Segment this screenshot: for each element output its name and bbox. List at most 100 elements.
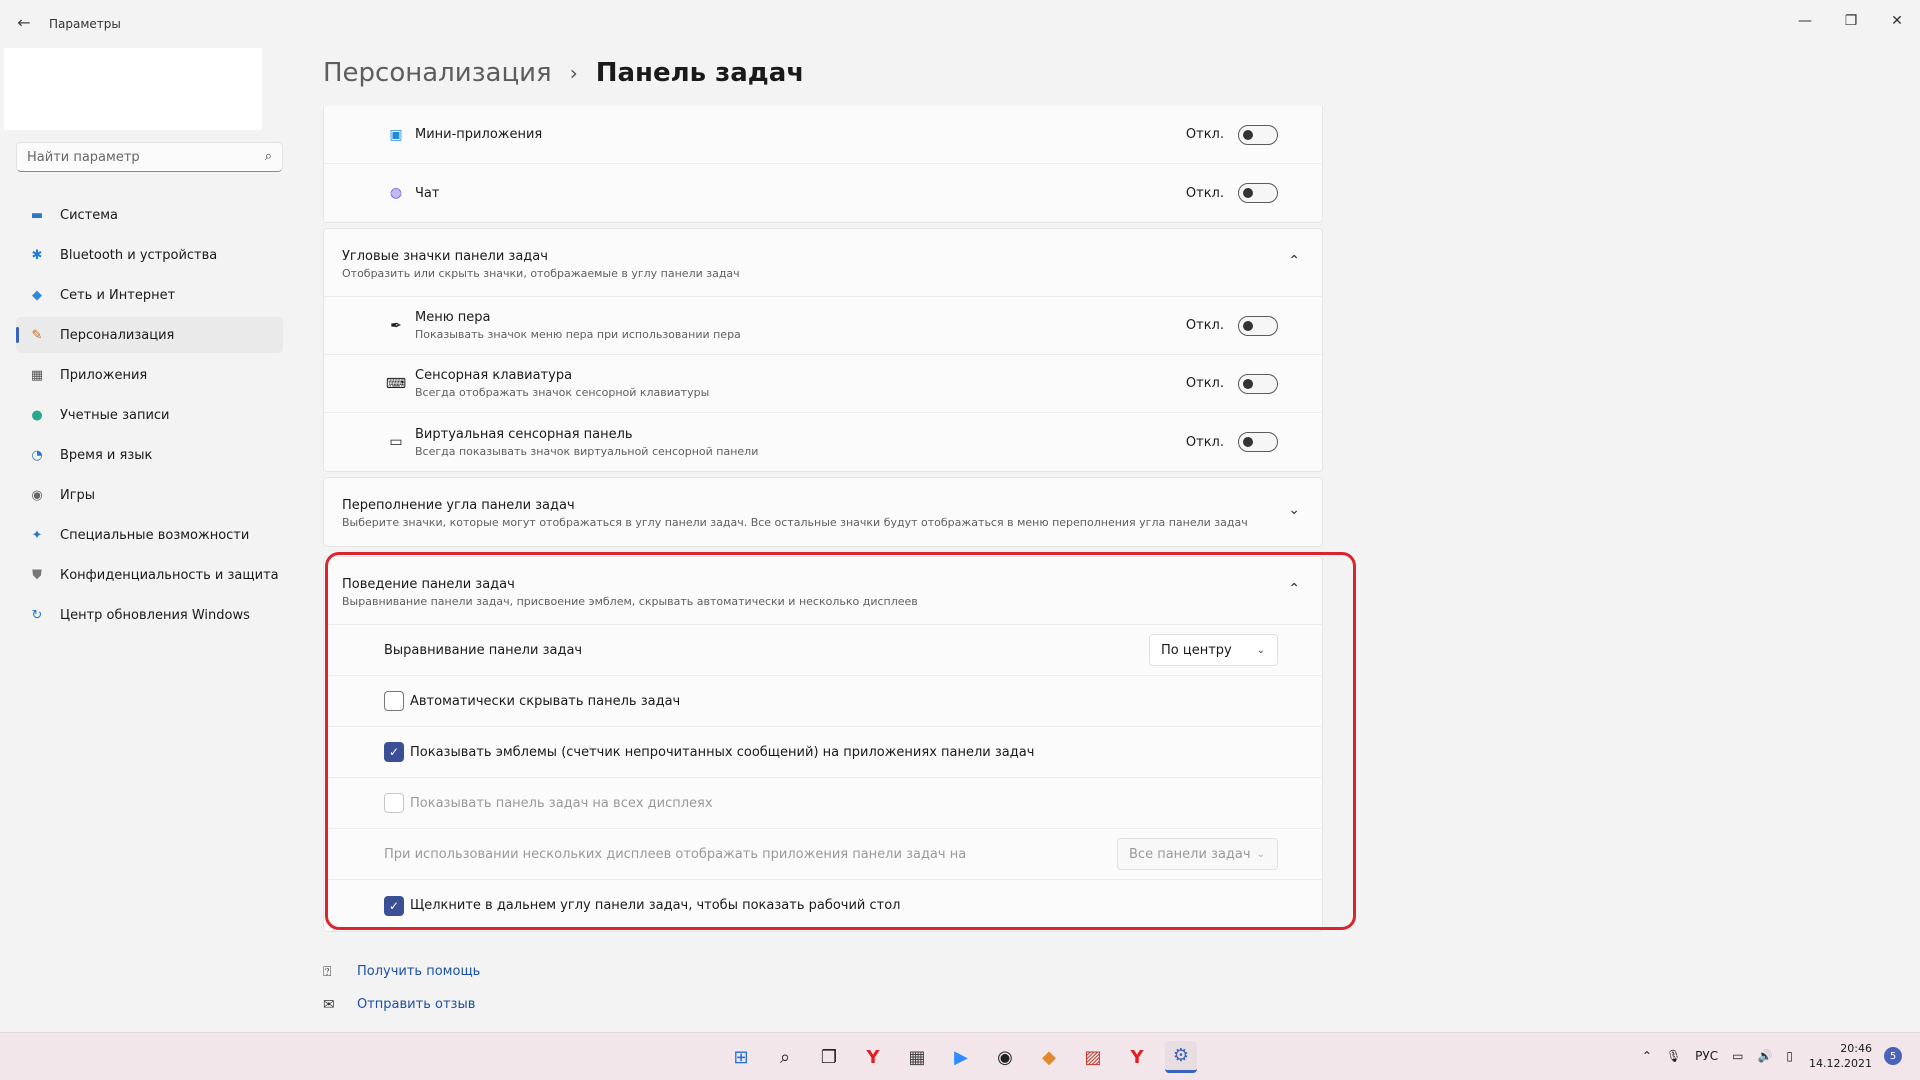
notification-badge[interactable]: 5 bbox=[1884, 1047, 1902, 1065]
multi-display-row: При использовании нескольких дисплеев от… bbox=[324, 829, 1322, 880]
badges-row[interactable]: ✓ Показывать эмблемы (счетчик непрочитан… bbox=[324, 727, 1322, 778]
sidebar-item-apps[interactable]: ▦ Приложения bbox=[16, 357, 283, 393]
toggle-state-label: Откл. bbox=[1185, 434, 1224, 450]
toggle-state-label: Откл. bbox=[1185, 376, 1224, 391]
microphone-icon[interactable]: 🎙 bbox=[1666, 1049, 1681, 1063]
corner-click-label[interactable]: Щелкните в дальнем углу панели задач, чт… bbox=[410, 898, 901, 913]
corner-icons-header[interactable]: Угловые значки панели задач Отобразить и… bbox=[324, 229, 1322, 297]
language-indicator[interactable]: РУС bbox=[1695, 1049, 1718, 1063]
sidebar-item-label: Персонализация bbox=[60, 327, 175, 343]
section-subtitle: Выберите значки, которые могут отображат… bbox=[342, 516, 1248, 529]
pen-menu-toggle[interactable] bbox=[1238, 315, 1278, 336]
chevron-up-icon[interactable]: ⌃ bbox=[1288, 581, 1300, 597]
touchpad-icon: ▭ bbox=[389, 434, 403, 450]
close-button[interactable]: ✕ bbox=[1874, 6, 1920, 36]
behavior-header[interactable]: Поведение панели задач Выравнивание пане… bbox=[324, 557, 1322, 625]
sidebar-item-label: Специальные возможности bbox=[60, 527, 250, 543]
corner-icons-card: Угловые значки панели задач Отобразить и… bbox=[323, 228, 1323, 472]
pen-icon: ✒ bbox=[390, 318, 402, 334]
virtual-touchpad-row[interactable]: ▭ Виртуальная сенсорная панель Всегда пок… bbox=[324, 413, 1322, 471]
chevron-up-icon[interactable]: ⌃ bbox=[1642, 1049, 1652, 1063]
corner-click-row[interactable]: ✓ Щелкните в дальнем углу панели задач, … bbox=[324, 880, 1322, 931]
network-icon[interactable]: ▭ bbox=[1732, 1049, 1743, 1063]
obs-icon[interactable]: ◉ bbox=[989, 1041, 1021, 1073]
start-icon[interactable]: ⊞ bbox=[725, 1041, 757, 1073]
shield-icon: ⛊ bbox=[32, 567, 42, 583]
sidebar-item-network[interactable]: ◆ Сеть и Интернет bbox=[16, 277, 283, 313]
sidebar-item-system[interactable]: ▬ Система bbox=[16, 197, 283, 233]
volume-icon[interactable]: 🔊 bbox=[1757, 1049, 1772, 1063]
yandex-icon[interactable]: Y bbox=[857, 1041, 889, 1073]
alignment-row: Выравнивание панели задач По центру ⌄ bbox=[324, 625, 1322, 676]
chat-toggle[interactable] bbox=[1238, 183, 1278, 203]
row-title: Чат bbox=[415, 185, 440, 201]
task-view-icon[interactable]: ❐ bbox=[813, 1041, 845, 1073]
get-help-link[interactable]: Получить помощь bbox=[357, 964, 480, 979]
paint-icon[interactable]: ▨ bbox=[1077, 1041, 1109, 1073]
widgets-icon: ▣ bbox=[389, 127, 403, 143]
row-title: Сенсорная клавиатура bbox=[415, 368, 573, 383]
sidebar-item-accessibility[interactable]: ✦ Специальные возможности bbox=[16, 517, 283, 553]
sidebar-item-gaming[interactable]: ◉ Игры bbox=[16, 477, 283, 513]
all-displays-label: Показывать панель задач на всех дисплеях bbox=[410, 795, 713, 811]
back-arrow-icon[interactable]: ← bbox=[12, 10, 36, 34]
chevron-down-icon[interactable]: ⌄ bbox=[1288, 502, 1300, 518]
overflow-card[interactable]: Переполнение угла панели задач Выберите … bbox=[323, 477, 1323, 547]
alignment-dropdown[interactable]: По центру ⌄ bbox=[1149, 634, 1278, 666]
settings-icon[interactable]: ⚙ bbox=[1165, 1041, 1197, 1073]
maximize-button[interactable]: ❐ bbox=[1828, 6, 1874, 36]
taskbar-behavior-card: Поведение панели задач Выравнивание пане… bbox=[323, 556, 1323, 932]
sublime-icon[interactable]: ◆ bbox=[1033, 1041, 1065, 1073]
breadcrumb-parent[interactable]: Персонализация bbox=[323, 58, 552, 88]
sidebar-item-windows-update[interactable]: ↻ Центр обновления Windows bbox=[16, 597, 283, 633]
sidebar-item-bluetooth[interactable]: ✱ Bluetooth и устройства bbox=[16, 237, 283, 273]
sidebar-item-personalization[interactable]: ✎ Персонализация bbox=[16, 317, 283, 353]
touch-keyboard-row[interactable]: ⌨ Сенсорная клавиатура Всегда отображать … bbox=[324, 355, 1322, 413]
help-links: ⍰ Получить помощь ✉ Отправить отзыв bbox=[323, 955, 480, 1021]
widgets-toggle[interactable] bbox=[1238, 124, 1278, 145]
sidebar-item-time-language[interactable]: ◔ Время и язык bbox=[16, 437, 283, 473]
touch-keyboard-toggle[interactable] bbox=[1238, 373, 1278, 394]
sidebar-item-privacy[interactable]: ⛊ Конфиденциальность и защита bbox=[16, 557, 283, 593]
breadcrumb: Персонализация › Панель задач bbox=[323, 58, 804, 88]
sidebar-item-label: Конфиденциальность и защита bbox=[60, 567, 279, 583]
settings-content: ▣ Мини-приложения Откл. ◍ Чат Откл. Угло… bbox=[323, 106, 1323, 932]
search-icon[interactable]: ⌕ bbox=[265, 149, 272, 164]
send-feedback-link[interactable]: Отправить отзыв bbox=[357, 997, 475, 1012]
battery-icon[interactable]: ▯ bbox=[1786, 1049, 1793, 1063]
all-displays-checkbox bbox=[384, 793, 404, 813]
badges-label[interactable]: Показывать эмблемы (счетчик непрочитанны… bbox=[410, 745, 1034, 760]
zoom-icon[interactable]: ▶ bbox=[945, 1041, 977, 1073]
widgets-card: ▣ Мини-приложения Откл. ◍ Чат Откл. bbox=[323, 106, 1323, 223]
sidebar-item-accounts[interactable]: ● Учетные записи bbox=[16, 397, 283, 433]
sidebar-item-label: Bluetooth и устройства bbox=[60, 247, 218, 263]
search-icon[interactable]: ⌕ bbox=[769, 1041, 801, 1073]
autohide-label[interactable]: Автоматически скрывать панель задач bbox=[410, 694, 680, 709]
search-input[interactable] bbox=[17, 143, 247, 171]
widgets-row[interactable]: ▣ Мини-приложения Откл. bbox=[324, 106, 1322, 164]
pen-menu-row[interactable]: ✒ Меню пера Показывать значок меню пера п… bbox=[324, 297, 1322, 355]
search-box[interactable]: ⌕ bbox=[16, 142, 283, 172]
help-icon: ⍰ bbox=[323, 963, 332, 980]
autohide-row[interactable]: Автоматически скрывать панель задач bbox=[324, 676, 1322, 727]
apps-icon: ▦ bbox=[30, 367, 44, 383]
autohide-checkbox[interactable] bbox=[384, 691, 404, 711]
time: 20:46 bbox=[1840, 1042, 1872, 1055]
yandex-browser-icon[interactable]: Y bbox=[1121, 1041, 1153, 1073]
overflow-header[interactable]: Переполнение угла панели задач Выберите … bbox=[324, 478, 1322, 546]
calculator-icon[interactable]: ▦ bbox=[901, 1041, 933, 1073]
chevron-up-icon[interactable]: ⌃ bbox=[1288, 253, 1300, 269]
badges-checkbox[interactable]: ✓ bbox=[384, 742, 404, 762]
bluetooth-icon: ✱ bbox=[31, 247, 43, 263]
chevron-right-icon: › bbox=[569, 61, 578, 85]
clock[interactable]: 20:46 14.12.2021 bbox=[1809, 1041, 1872, 1071]
chat-row[interactable]: ◍ Чат Откл. bbox=[324, 164, 1322, 222]
all-displays-row: Показывать панель задач на всех дисплеях bbox=[324, 778, 1322, 829]
user-profile-redacted[interactable] bbox=[4, 48, 262, 130]
update-icon: ↻ bbox=[31, 607, 43, 623]
minimize-button[interactable]: — bbox=[1782, 6, 1828, 36]
corner-click-checkbox[interactable]: ✓ bbox=[384, 895, 404, 916]
row-subtitle: Всегда отображать значок сенсорной клави… bbox=[415, 386, 710, 399]
multi-display-label: При использовании нескольких дисплеев от… bbox=[384, 846, 967, 862]
virtual-touchpad-toggle[interactable] bbox=[1238, 432, 1278, 452]
